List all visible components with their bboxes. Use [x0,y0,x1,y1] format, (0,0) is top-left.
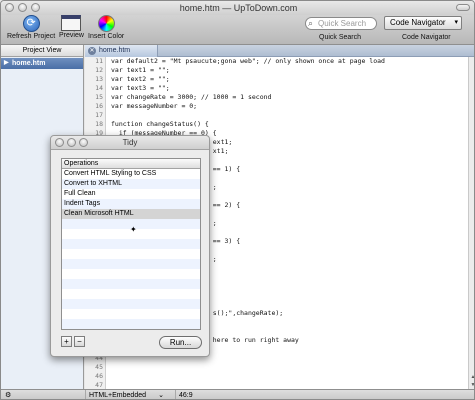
window-title: home.htm — UpToDown.com [179,3,298,13]
empty-row [62,299,200,309]
line-number: 12 [95,66,103,74]
close-tab-icon[interactable]: ✕ [88,47,96,55]
code-navigator-label: Code Navigator [402,34,451,41]
chevron-down-icon: ⌄ [158,392,164,399]
code-navigator-value: Code Navigator [390,18,446,27]
syntax-mode-label: HTML+Embedded [89,392,147,399]
code-line[interactable]: var text2 = ""; [111,75,170,84]
gear-icon[interactable]: ⚙ [5,390,11,399]
code-line[interactable]: var text3 = ""; [111,84,170,93]
operation-item[interactable]: Indent Tags [62,199,200,209]
preview-icon [61,15,82,31]
tidy-window-controls [55,138,88,147]
vertical-scrollbar[interactable]: ▲ ▼ [468,57,474,390]
scroll-up-icon[interactable]: ▲ [469,373,474,381]
preview-button[interactable]: Preview [59,15,84,39]
empty-row [62,269,200,279]
operations-list[interactable]: Operations Convert HTML Styling to CSS Co… [61,158,201,330]
code-line[interactable]: function changeStatus() { [111,120,209,129]
code-line[interactable]: var messageNumber = 0; [111,102,197,111]
code-line[interactable]: var changeRate = 3000; // 1000 = 1 secon… [111,93,271,102]
line-number: 45 [95,363,103,371]
insert-color-button[interactable]: Insert Color [88,15,124,40]
operation-item[interactable]: Convert HTML Styling to CSS [62,169,200,179]
tidy-title-bar: Tidy [51,136,209,150]
tidy-panel: Tidy Operations Convert HTML Styling to … [50,135,210,357]
toolbar-toggle-button[interactable] [456,4,470,11]
operations-header: Operations [62,159,200,169]
line-number: 17 [95,111,103,119]
color-wheel-icon [97,15,115,32]
tab-bar: ✕ home.htm [85,45,474,57]
line-number: 14 [95,84,103,92]
operation-item[interactable]: Convert to XHTML [62,179,200,189]
refresh-project-label: Refresh Project [7,33,56,40]
empty-row [62,249,200,259]
tidy-zoom-button[interactable] [79,138,88,147]
quick-search-label: Quick Search [319,34,362,41]
empty-row [62,319,200,329]
cursor-position: 46:9 [175,390,215,399]
refresh-project-button[interactable]: ⟳ Refresh Project [7,15,55,40]
run-button[interactable]: Run... [159,336,202,349]
code-navigator-dropdown[interactable]: Code Navigator ▾ [384,16,462,30]
line-number: 11 [95,57,103,65]
main-window: home.htm — UpToDown.com ⟳ Refresh Projec… [0,0,475,400]
tab-label: home.htm [99,47,131,54]
code-line[interactable]: var default2 = "Mt psaucute;gona web"; /… [111,57,385,66]
disclosure-triangle-icon[interactable]: ▶ [4,58,9,69]
empty-row [62,239,200,249]
empty-row [62,289,200,299]
code-line[interactable]: var text1 = ""; [111,66,170,75]
operations-rows: Convert HTML Styling to CSS Convert to XH… [62,169,200,329]
line-number: 16 [95,102,103,110]
sidebar-item-home[interactable]: ▶ home.htm [1,58,83,69]
line-number: 13 [95,75,103,83]
operation-item[interactable]: Clean Microsoft HTML [62,209,200,219]
tidy-title: Tidy [122,138,138,147]
quick-search-input[interactable]: ⌕ Quick Search [305,17,377,30]
refresh-icon: ⟳ [22,15,40,32]
preview-label: Preview [59,32,84,39]
syntax-mode-selector[interactable]: HTML+Embedded ⌄ [85,390,167,399]
mouse-cursor-icon: ✦ [130,225,137,234]
search-icon: ⌕ [308,18,314,28]
dropdown-arrow-icon: ▾ [454,19,458,26]
tidy-minimize-button[interactable] [67,138,76,147]
line-number: 15 [95,93,103,101]
title-bar: home.htm — UpToDown.com [1,1,474,15]
empty-row [62,279,200,289]
tab-home[interactable]: ✕ home.htm [85,45,158,57]
line-number: 18 [95,120,103,128]
quick-search-placeholder: Quick Search [318,19,367,28]
scroll-down-icon[interactable]: ▼ [469,381,474,389]
toolbar: ⟳ Refresh Project Preview Insert Color ⌕… [1,15,474,45]
empty-row [62,309,200,319]
empty-row [62,259,200,269]
status-bar: ⚙ HTML+Embedded ⌄ 46:9 [1,389,474,399]
insert-color-label: Insert Color [88,33,125,40]
remove-operation-button[interactable]: − [74,336,85,347]
line-number: 46 [95,372,103,380]
sidebar-item-label: home.htm [12,60,46,67]
add-operation-button[interactable]: + [61,336,72,347]
tidy-close-button[interactable] [55,138,64,147]
operation-item[interactable]: Full Clean [62,189,200,199]
project-view-header: Project View [1,45,83,57]
